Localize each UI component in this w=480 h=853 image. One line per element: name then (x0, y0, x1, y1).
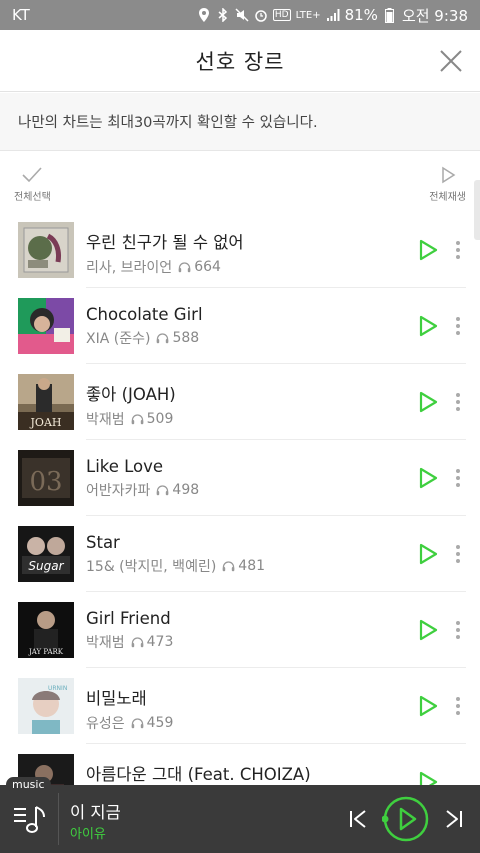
song-row[interactable]: JAY PARK Girl Friend 박재범 473 (0, 592, 480, 668)
more-options-icon[interactable] (452, 543, 464, 565)
song-row[interactable]: 아름다운 그대 (Feat. CHOIZA) (0, 744, 480, 785)
checkmark-icon (22, 167, 42, 183)
select-all-button[interactable]: 전체선택 (14, 166, 51, 203)
alarm-icon (254, 8, 268, 22)
chart-limit-notice: 나만의 차트는 최대30곡까지 확인할 수 있습니다. (0, 93, 480, 151)
song-artist: 어반자카파 (86, 483, 151, 499)
more-options-icon[interactable] (452, 239, 464, 261)
play-icon[interactable] (416, 618, 440, 642)
now-playing-title: 이 지금 (70, 803, 121, 822)
headphones-icon (157, 485, 169, 496)
album-art: 03 (18, 450, 74, 506)
svg-text:JOAH: JOAH (30, 416, 62, 429)
close-icon[interactable] (436, 46, 466, 76)
song-title: Like Love (86, 457, 164, 476)
album-art (18, 298, 74, 354)
more-options-icon[interactable] (452, 695, 464, 717)
more-options-icon[interactable] (452, 467, 464, 489)
headphones-icon (222, 561, 235, 572)
play-pause-button[interactable] (382, 795, 430, 843)
play-outline-icon (441, 166, 455, 184)
song-row[interactable]: URNIN 비밀노래 유성은 459 (0, 668, 480, 744)
list-actions: 전체선택 전체재생 (0, 152, 480, 212)
svg-text:Sugar: Sugar (28, 559, 64, 573)
location-icon (197, 8, 211, 22)
album-art: JAY PARK (18, 602, 74, 658)
play-count: 481 (238, 558, 266, 574)
play-count: 509 (146, 411, 174, 427)
song-title: 좋아 (JOAH) (86, 385, 176, 404)
song-title: Star (86, 533, 120, 552)
song-artist: 15& (박지민, 백예린) (86, 559, 217, 575)
player-divider (58, 793, 59, 845)
play-count: 473 (146, 634, 174, 650)
page-title: 선호 장르 (195, 49, 285, 74)
album-art: URNIN (18, 678, 74, 734)
song-row[interactable]: JOAH 좋아 (JOAH) 박재범 509 (0, 364, 480, 440)
now-playing-artist: 아이유 (70, 827, 106, 842)
song-title: Chocolate Girl (86, 305, 203, 324)
svg-text:03: 03 (29, 467, 62, 497)
page-header: 선호 장르 (0, 30, 480, 92)
hd-voice-icon: HD (272, 9, 291, 21)
headphones-icon (178, 262, 191, 273)
playlist-icon[interactable] (12, 801, 48, 837)
play-all-label: 전체재생 (429, 192, 466, 203)
play-icon[interactable] (416, 238, 440, 262)
play-count: 498 (172, 482, 200, 498)
play-count: 664 (194, 259, 221, 275)
song-row[interactable]: 우린 친구가 될 수 없어 리사, 브라이언 664 (0, 212, 480, 288)
song-artist: 박재범 (86, 412, 125, 428)
headphones-icon (131, 718, 143, 729)
song-artist: 유성은 (86, 716, 125, 732)
carrier-label: KT (12, 6, 30, 24)
album-art: Sugar (18, 526, 74, 582)
headphones-icon (157, 333, 169, 344)
song-artist: 리사, 브라이언 (86, 260, 173, 276)
more-options-icon[interactable] (452, 315, 464, 337)
music-tag: music (6, 777, 51, 792)
battery-icon (383, 7, 397, 23)
song-row[interactable]: Chocolate Girl XIA (준수) 588 (0, 288, 480, 364)
play-icon[interactable] (416, 390, 440, 414)
album-art: JOAH (18, 374, 74, 430)
song-list: 우린 친구가 될 수 없어 리사, 브라이언 664 Chocolate Gir… (0, 212, 480, 785)
headphones-icon (131, 637, 143, 648)
play-all-button[interactable]: 전체재생 (429, 166, 466, 203)
more-options-icon[interactable] (452, 619, 464, 641)
next-track-icon[interactable] (442, 807, 466, 831)
play-icon[interactable] (416, 770, 440, 785)
svg-text:JAY PARK: JAY PARK (28, 648, 64, 656)
play-count: 459 (146, 715, 174, 731)
signal-icon (326, 8, 340, 22)
song-title: 비밀노래 (86, 689, 147, 708)
mini-player[interactable]: music 이 지금 아이유 (0, 777, 480, 853)
play-icon[interactable] (416, 542, 440, 566)
play-icon[interactable] (416, 694, 440, 718)
battery-percent: 81% (344, 6, 378, 24)
song-row[interactable]: 03 Like Love 어반자카파 498 (0, 440, 480, 516)
song-artist: 박재범 (86, 635, 125, 651)
bluetooth-icon (216, 8, 230, 22)
song-row[interactable]: Sugar Star 15& (박지민, 백예린) 481 (0, 516, 480, 592)
headphones-icon (131, 414, 143, 425)
song-title: Girl Friend (86, 609, 171, 628)
lte-label: LTE+ (295, 9, 321, 21)
song-title: 우린 친구가 될 수 없어 (86, 233, 244, 252)
clock: 오전 9:38 (401, 6, 468, 25)
play-count: 588 (172, 330, 200, 346)
song-artist: XIA (준수) (86, 331, 151, 347)
more-options-icon[interactable] (452, 391, 464, 413)
previous-track-icon[interactable] (346, 807, 370, 831)
status-icons: HD LTE+ 81% 오전 9:38 (197, 5, 468, 26)
song-title: 아름다운 그대 (Feat. CHOIZA) (86, 765, 311, 784)
play-icon[interactable] (416, 466, 440, 490)
mute-icon (235, 8, 249, 22)
album-art (18, 222, 74, 278)
select-all-label: 전체선택 (14, 192, 51, 203)
status-bar: KT HD LTE+ 81% 오전 9:38 (0, 0, 480, 30)
play-icon[interactable] (416, 314, 440, 338)
svg-text:URNIN: URNIN (48, 685, 67, 692)
